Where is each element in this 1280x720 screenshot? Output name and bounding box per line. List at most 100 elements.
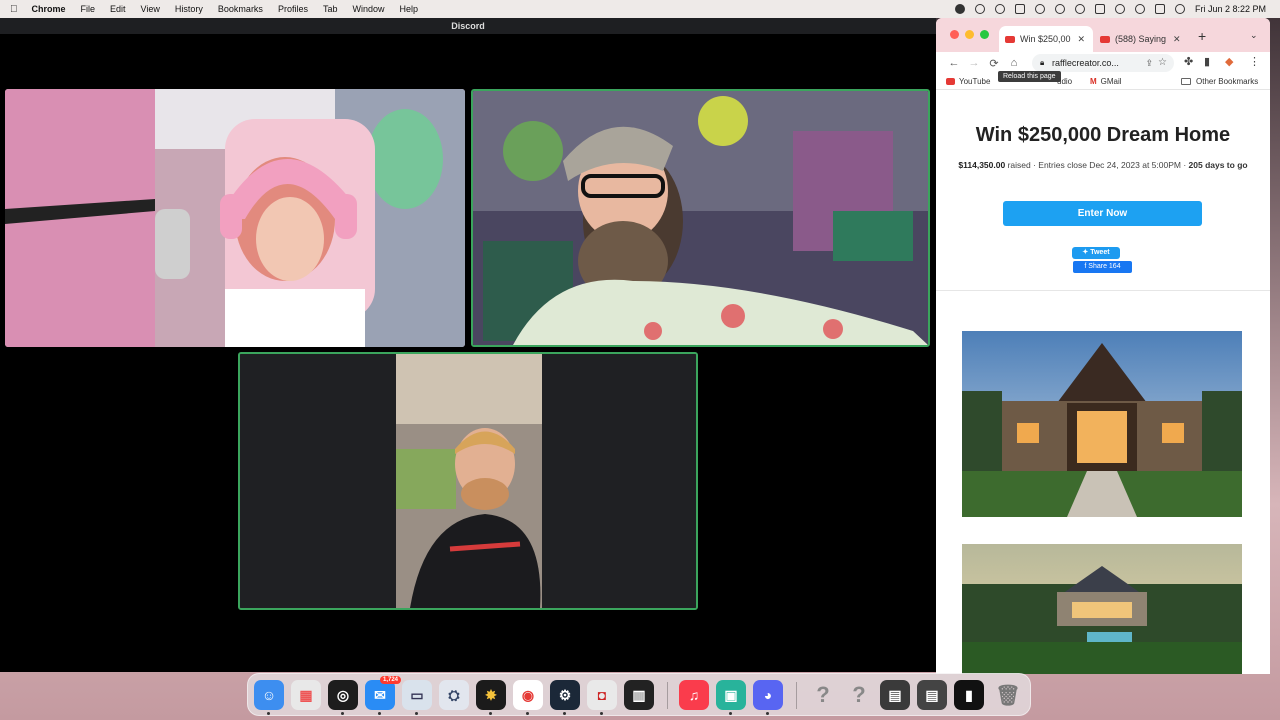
- piano-icon[interactable]: ▥: [624, 680, 654, 710]
- lock-icon[interactable]: 🔒︎: [1040, 54, 1044, 72]
- menu-app-name[interactable]: Chrome: [32, 4, 66, 14]
- preview-icon[interactable]: ▭: [402, 680, 432, 715]
- new-tab-button[interactable]: +: [1198, 28, 1206, 44]
- menu-help[interactable]: Help: [399, 4, 418, 14]
- tweet-button[interactable]: ✦ Tweet: [1072, 247, 1120, 259]
- participant-3-video: [240, 354, 696, 608]
- menu-view[interactable]: View: [141, 4, 160, 14]
- raffle-stats: $114,350.00 raised · Entries close Dec 2…: [936, 160, 1270, 170]
- launchpad-icon[interactable]: ▦: [291, 680, 321, 710]
- house-photo-1: [962, 331, 1242, 517]
- minimized-window-icon[interactable]: ▤: [917, 680, 947, 710]
- house-photo-1-image: [962, 331, 1242, 517]
- discord-icon[interactable]: ◕: [753, 680, 783, 715]
- menu-history[interactable]: History: [175, 4, 203, 14]
- menu-tab[interactable]: Tab: [323, 4, 338, 14]
- mail-badge: 1,724: [379, 676, 401, 684]
- chrome-icon[interactable]: ◉: [513, 680, 543, 715]
- video-tile-participant-3[interactable]: [238, 352, 698, 610]
- bookmark-youtube-label: YouTube: [959, 77, 991, 86]
- window-close-button[interactable]: [950, 30, 959, 39]
- help-icon[interactable]: ?: [844, 680, 874, 710]
- reload-tooltip: Reload this page: [998, 71, 1061, 82]
- extensions-puzzle-icon[interactable]: ✤: [1184, 55, 1193, 68]
- music-icon[interactable]: ♫: [679, 680, 709, 710]
- instruments-icon[interactable]: ⛭: [439, 680, 469, 710]
- menu-file[interactable]: File: [81, 4, 96, 14]
- youtube-icon: [946, 78, 955, 85]
- siri-icon[interactable]: [1174, 4, 1185, 14]
- running-indicator: [563, 712, 566, 715]
- tweet-button-label: Tweet: [1090, 249, 1110, 256]
- minimized-window-icon[interactable]: ▤: [880, 680, 910, 710]
- obs-icon[interactable]: ◎: [328, 680, 358, 715]
- screen-status-icon[interactable]: [1014, 4, 1025, 14]
- running-indicator: [526, 712, 529, 715]
- menubar-clock[interactable]: Fri Jun 2 8:22 PM: [1195, 4, 1266, 14]
- raffle-page: Win $250,000 Dream Home $114,350.00 rais…: [936, 90, 1270, 674]
- raised-amount: $114,350.00: [958, 160, 1006, 170]
- sound-status-icon[interactable]: [1054, 4, 1065, 14]
- trash-icon[interactable]: 🗑︎: [993, 680, 1023, 710]
- bookmark-youtube[interactable]: YouTube: [946, 77, 990, 86]
- final-cut-icon[interactable]: ✸: [476, 680, 506, 715]
- bluetooth-icon[interactable]: [1074, 4, 1085, 14]
- chrome-menu-icon[interactable]: ⋮: [1249, 55, 1260, 68]
- extension-icon[interactable]: ◆: [1225, 55, 1233, 68]
- running-indicator: [600, 712, 603, 715]
- menu-edit[interactable]: Edit: [110, 4, 126, 14]
- tab-youtube[interactable]: (588) Saying ✕: [1094, 26, 1188, 52]
- video-tile-participant-1[interactable]: [5, 89, 465, 347]
- tab-close-icon[interactable]: ✕: [1173, 34, 1181, 45]
- menu-profiles[interactable]: Profiles: [278, 4, 308, 14]
- enter-now-button[interactable]: Enter Now: [1003, 201, 1202, 226]
- tab-search-chevron-icon[interactable]: ⌄: [1250, 30, 1258, 41]
- menu-bookmarks[interactable]: Bookmarks: [218, 4, 263, 14]
- apple-menu-icon[interactable]: : [10, 4, 18, 15]
- running-indicator: [267, 712, 270, 715]
- window-minimize-button[interactable]: [965, 30, 974, 39]
- finder-icon[interactable]: ☺: [254, 680, 284, 715]
- raised-text: raised · Entries close Dec 24, 2023 at 5…: [1005, 160, 1189, 170]
- gear-status-icon[interactable]: [994, 4, 1005, 14]
- side-panel-icon[interactable]: ▮: [1204, 55, 1210, 68]
- streamdeck-icon[interactable]: ▣: [716, 680, 746, 715]
- tab-close-icon[interactable]: ✕: [1078, 34, 1086, 45]
- reload-button[interactable]: ⟳: [984, 57, 1004, 70]
- steam-icon[interactable]: ⚙: [550, 680, 580, 715]
- bookmark-other-label: Other Bookmarks: [1196, 77, 1259, 86]
- record-status-icon[interactable]: [954, 4, 965, 14]
- participant-2-video: [473, 91, 928, 345]
- macos-dock: ☺ ▦ ◎ ✉ 1,724 ▭ ⛭ ✸ ◉ ⚙ ◘ ▥ ♫ ▣ ◕ ? ? ▤ ▤…: [247, 673, 1031, 716]
- menu-window[interactable]: Window: [352, 4, 384, 14]
- bookmarks-bar: YouTube udio M GMail Other Bookmarks: [936, 74, 1270, 90]
- bookmark-gmail[interactable]: M GMail: [1090, 77, 1122, 86]
- facebook-share-label: Share 164: [1088, 263, 1121, 270]
- streamlabs-icon[interactable]: ◘: [587, 680, 617, 715]
- wifi-icon[interactable]: [1114, 4, 1125, 14]
- address-bar[interactable]: 🔒︎ rafflecreator.co... ⇪ ☆: [1032, 54, 1174, 72]
- facebook-share-button[interactable]: f Share 164: [1073, 261, 1132, 273]
- house-photo-2: [962, 544, 1242, 674]
- camera-status-icon[interactable]: [1034, 4, 1045, 14]
- battery-icon[interactable]: [1094, 4, 1105, 14]
- search-icon[interactable]: [1134, 4, 1145, 14]
- bookmark-star-icon[interactable]: ☆: [1158, 54, 1167, 72]
- running-indicator: [766, 712, 769, 715]
- control-center-icon[interactable]: [1154, 4, 1165, 14]
- video-tile-participant-2[interactable]: [471, 89, 930, 347]
- running-indicator: [378, 712, 381, 715]
- tab-raffle[interactable]: Win $250,00 ✕: [999, 26, 1093, 52]
- back-button[interactable]: ←: [944, 57, 964, 69]
- window-zoom-button[interactable]: [980, 30, 989, 39]
- terminal-icon[interactable]: ▮: [954, 680, 984, 710]
- home-button[interactable]: ⌂: [1004, 57, 1024, 69]
- mail-icon[interactable]: ✉ 1,724: [365, 676, 401, 715]
- media-status-icon[interactable]: [974, 4, 985, 14]
- chrome-tab-strip: Win $250,00 ✕ (588) Saying ✕ + ⌄: [936, 18, 1270, 52]
- share-icon[interactable]: ⇪: [1145, 54, 1153, 72]
- forward-button[interactable]: →: [964, 57, 984, 69]
- bookmark-other[interactable]: Other Bookmarks: [1181, 77, 1258, 86]
- help-icon[interactable]: ?: [808, 680, 838, 710]
- dock-separator: [796, 682, 797, 709]
